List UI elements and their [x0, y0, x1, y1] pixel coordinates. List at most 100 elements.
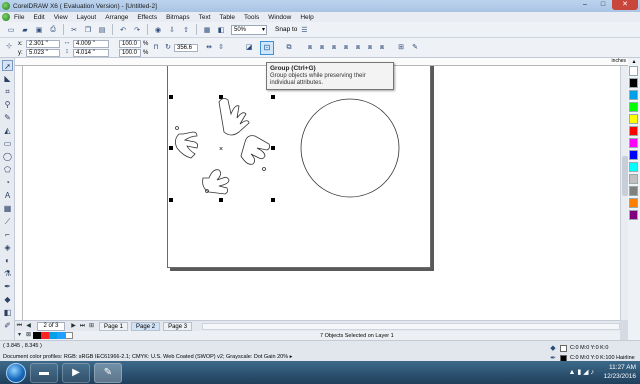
- welcome-screen-icon[interactable]: ◧: [216, 25, 226, 35]
- add-page-icon[interactable]: ⊞: [87, 322, 96, 331]
- print-icon[interactable]: ⎙: [48, 25, 58, 35]
- drawing-canvas[interactable]: ×: [23, 66, 623, 320]
- color-profiles-info[interactable]: Document color profiles: RGB: sRGB IEC61…: [3, 354, 292, 360]
- no-color-icon[interactable]: ⊠: [24, 331, 33, 340]
- import-icon[interactable]: ⇩: [167, 25, 177, 35]
- transparency-tool-icon[interactable]: ◐: [2, 255, 13, 266]
- menu-help[interactable]: Help: [300, 14, 313, 21]
- clock[interactable]: 11:27 AM 12/23/2016: [603, 363, 636, 381]
- tab-page-2[interactable]: Page 2: [131, 321, 161, 331]
- menu-arrange[interactable]: Arrange: [105, 14, 128, 21]
- mirror-vertical-icon[interactable]: ⇳: [216, 43, 226, 53]
- align-distribute-icon[interactable]: ⊞: [396, 43, 406, 53]
- redo-icon[interactable]: ↷: [132, 25, 142, 35]
- palette-swatch[interactable]: [629, 198, 638, 208]
- x-position-field[interactable]: 2.301 ": [26, 40, 60, 48]
- palette-swatch[interactable]: [629, 150, 638, 160]
- pick-tool-icon[interactable]: ➚: [2, 60, 13, 71]
- swatch-cyan[interactable]: [49, 332, 57, 339]
- palette-swatch[interactable]: [629, 78, 638, 88]
- simplify-icon[interactable]: ⧈: [341, 43, 351, 53]
- copy-icon[interactable]: ❐: [83, 25, 93, 35]
- menu-layout[interactable]: Layout: [77, 14, 97, 21]
- front-minus-back-icon[interactable]: ⧈: [353, 43, 363, 53]
- connector-tool-icon[interactable]: ⌐: [2, 229, 13, 240]
- snap-to-dropdown[interactable]: Snap to: [275, 26, 297, 33]
- options-icon[interactable]: ☰: [299, 25, 309, 35]
- mirror-horizontal-icon[interactable]: ⇹: [204, 43, 214, 53]
- scale-y-field[interactable]: 100.0: [119, 49, 141, 57]
- maximize-button[interactable]: □: [594, 0, 612, 10]
- palette-swatch[interactable]: [629, 162, 638, 172]
- hand-shape-top[interactable]: [218, 98, 250, 136]
- outline-pen-icon[interactable]: ✎: [410, 43, 420, 53]
- ellipse-tool-icon[interactable]: ◯: [2, 151, 13, 162]
- width-field[interactable]: 4.009 ": [73, 40, 109, 48]
- swatch-black[interactable]: [33, 332, 41, 339]
- smart-drawing-icon[interactable]: ✐: [2, 320, 13, 331]
- rectangle-tool-icon[interactable]: ▭: [2, 138, 13, 149]
- palette-swatch[interactable]: [629, 114, 638, 124]
- system-tray-icons[interactable]: ▲ ▮ ◢ ♪: [569, 368, 595, 376]
- new-document-icon[interactable]: ▭: [6, 25, 16, 35]
- ungroup-icon[interactable]: ⧉: [284, 43, 294, 53]
- back-minus-front-icon[interactable]: ⧈: [365, 43, 375, 53]
- palette-swatch[interactable]: [629, 174, 638, 184]
- palette-swatch[interactable]: [629, 126, 638, 136]
- minimize-button[interactable]: –: [576, 0, 594, 10]
- palette-swatch[interactable]: [629, 102, 638, 112]
- rotation-field[interactable]: 356.6: [174, 44, 198, 52]
- zoom-level-select[interactable]: 50%: [231, 24, 267, 35]
- undo-icon[interactable]: ↶: [118, 25, 128, 35]
- explorer-taskbar-icon[interactable]: ▬: [30, 362, 58, 383]
- start-button[interactable]: [6, 362, 26, 383]
- menu-text[interactable]: Text: [199, 14, 211, 21]
- zoom-tool-icon[interactable]: ⚲: [2, 99, 13, 110]
- text-tool-icon[interactable]: A: [2, 190, 13, 201]
- palette-swatch[interactable]: [629, 90, 638, 100]
- height-field[interactable]: 4.014 ": [73, 49, 109, 57]
- circle-shape[interactable]: [300, 98, 400, 198]
- palette-swatch[interactable]: [629, 210, 638, 220]
- palette-swatch[interactable]: [629, 138, 638, 148]
- search-content-icon[interactable]: ◉: [153, 25, 163, 35]
- menu-effects[interactable]: Effects: [137, 14, 157, 21]
- menu-window[interactable]: Window: [268, 14, 291, 21]
- intersect-icon[interactable]: ⧈: [329, 43, 339, 53]
- menu-tools[interactable]: Tools: [244, 14, 259, 21]
- blend-tool-icon[interactable]: ◈: [2, 242, 13, 253]
- basic-shapes-icon[interactable]: ◔: [2, 177, 13, 188]
- fill-tool-icon[interactable]: ◆: [2, 294, 13, 305]
- tab-page-3[interactable]: Page 3: [163, 321, 193, 331]
- tab-page-1[interactable]: Page 1: [99, 321, 129, 331]
- menu-file[interactable]: File: [14, 14, 24, 21]
- export-icon[interactable]: ⇧: [181, 25, 191, 35]
- combine-icon[interactable]: ◪: [244, 43, 254, 53]
- swatch-blue[interactable]: [57, 332, 65, 339]
- outline-tool-icon[interactable]: ✒: [2, 281, 13, 292]
- smart-fill-icon[interactable]: ◭: [2, 125, 13, 136]
- open-icon[interactable]: ▰: [20, 25, 30, 35]
- first-page-icon[interactable]: ⏮: [15, 322, 24, 331]
- paste-icon[interactable]: ▤: [97, 25, 107, 35]
- palette-scroll-up-icon[interactable]: ▴: [628, 58, 640, 66]
- menu-bitmaps[interactable]: Bitmaps: [166, 14, 189, 21]
- next-page-icon[interactable]: ▶: [69, 322, 78, 331]
- freehand-tool-icon[interactable]: ✎: [2, 112, 13, 123]
- hand-shape-left[interactable]: [175, 131, 199, 159]
- polygon-tool-icon[interactable]: ⬠: [2, 164, 13, 175]
- coreldraw-taskbar-icon[interactable]: ✎: [94, 362, 122, 383]
- weld-icon[interactable]: ⧈: [305, 43, 315, 53]
- hand-shape-bottom[interactable]: [202, 169, 230, 195]
- menu-view[interactable]: View: [54, 14, 68, 21]
- shape-tool-icon[interactable]: ◣: [2, 73, 13, 84]
- save-icon[interactable]: ▣: [34, 25, 44, 35]
- application-launcher-icon[interactable]: ▦: [202, 25, 212, 35]
- lock-ratio-icon[interactable]: ⊓: [151, 43, 161, 53]
- vertical-scrollbar[interactable]: [620, 66, 628, 320]
- palette-swatch[interactable]: [629, 186, 638, 196]
- create-boundary-icon[interactable]: ⧈: [377, 43, 387, 53]
- cut-icon[interactable]: ✂: [69, 25, 79, 35]
- trim-icon[interactable]: ⧈: [317, 43, 327, 53]
- table-tool-icon[interactable]: ▦: [2, 203, 13, 214]
